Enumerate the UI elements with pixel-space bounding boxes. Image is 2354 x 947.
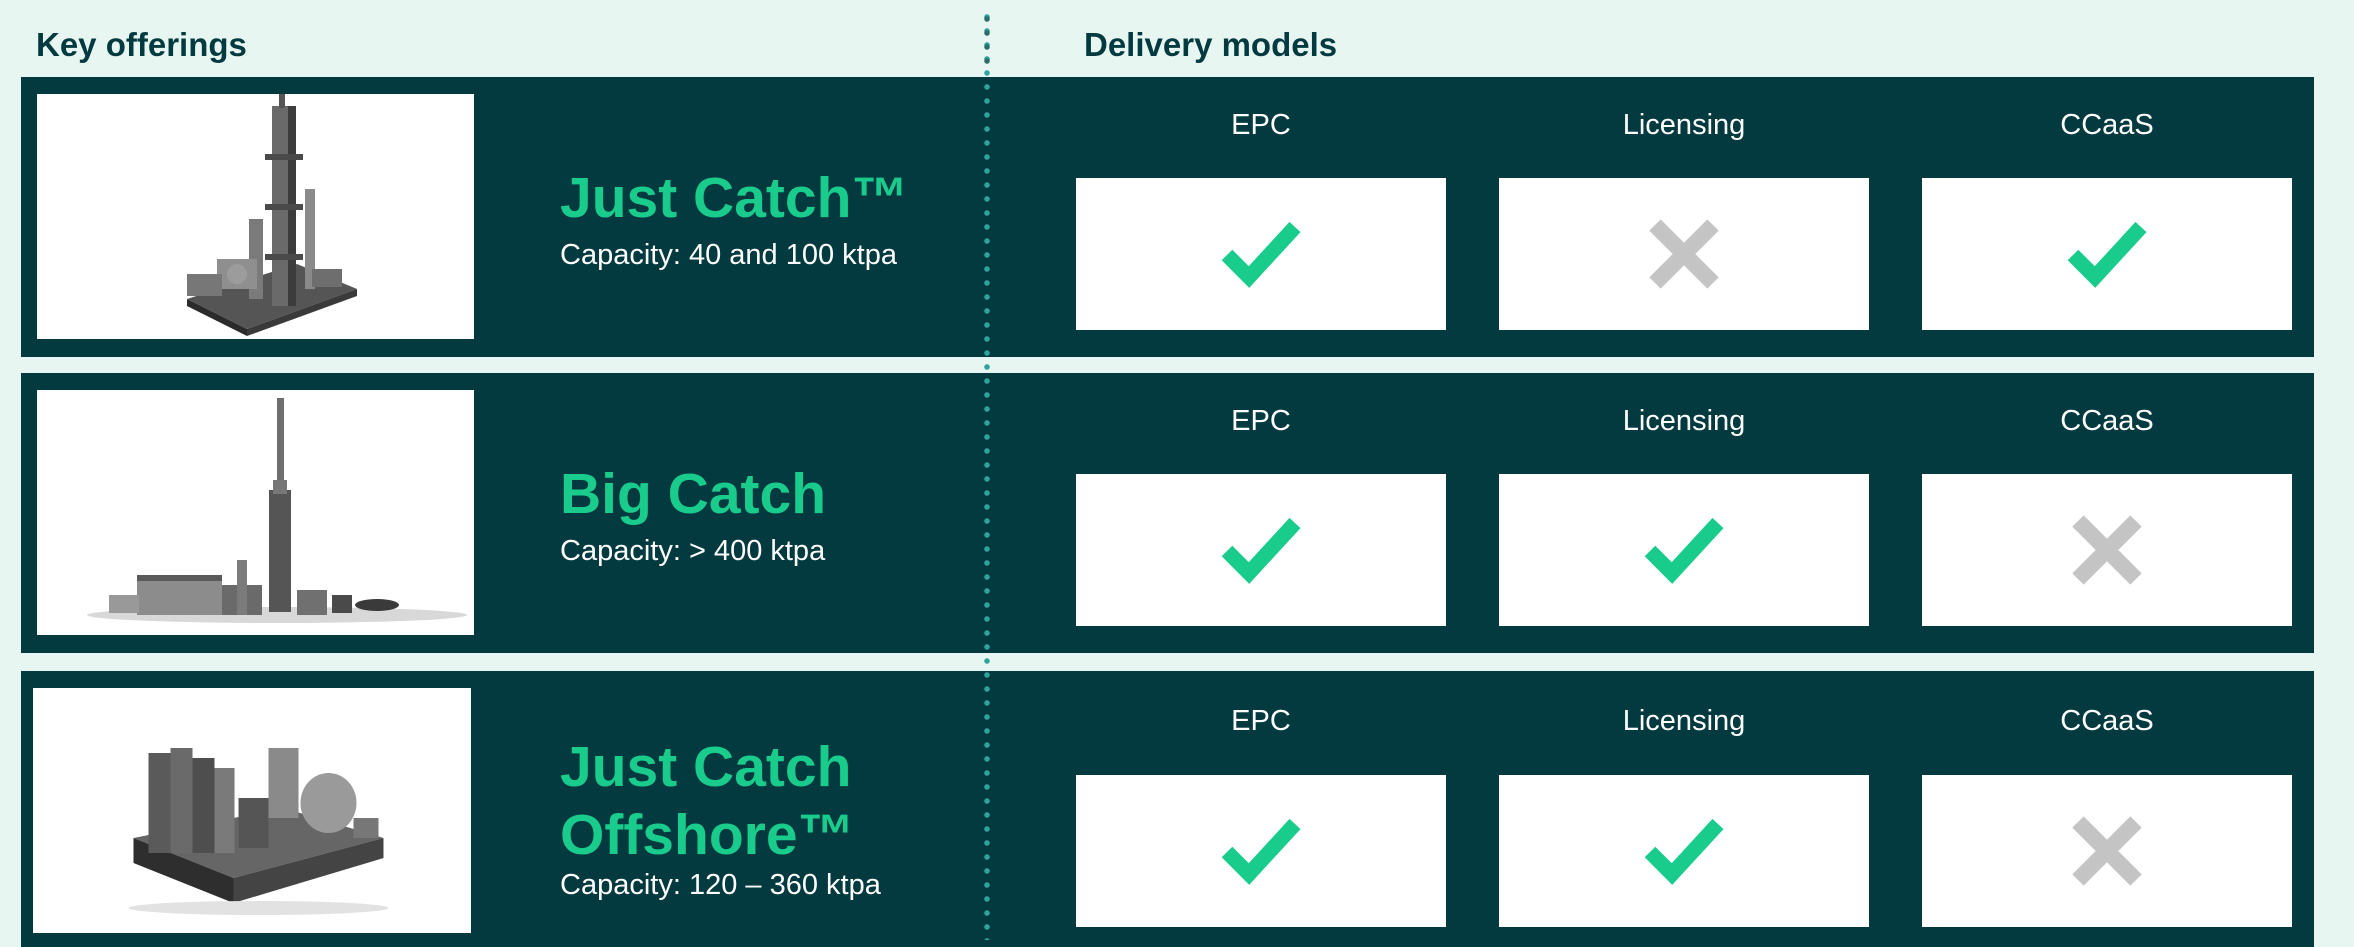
check-icon [1221, 517, 1301, 584]
model-label-ccaas: CCaaS [2060, 405, 2154, 437]
cross-icon [1649, 219, 1719, 289]
check-icon [1221, 818, 1301, 885]
delivery-models-heading: Delivery models [1084, 26, 1338, 63]
key-offerings-heading: Key offerings [36, 26, 247, 63]
check-icon [1644, 517, 1724, 584]
check-icon [1221, 221, 1301, 288]
check-icon [2067, 221, 2147, 288]
offering-capacity: Capacity: 120 – 360 ktpa [560, 869, 881, 901]
offshore-module-icon [128, 748, 389, 915]
large-plant-image [37, 390, 474, 635]
large-plant-icon [87, 398, 467, 623]
model-box-epc [1076, 775, 1446, 927]
offering-row-just-catch: Just Catch™ Capacity: 40 and 100 ktpa EP… [21, 77, 2314, 357]
model-box-epc [1076, 474, 1446, 626]
model-box-ccaas [1922, 474, 2292, 626]
model-box-licensing [1499, 474, 1869, 626]
dotted-divider [983, 10, 991, 940]
model-box-ccaas [1922, 775, 2292, 927]
model-box-epc [1076, 178, 1446, 330]
offering-capacity: Capacity: 40 and 100 ktpa [560, 239, 897, 271]
model-box-licensing [1499, 775, 1869, 927]
model-box-licensing [1499, 178, 1869, 330]
model-label-epc: EPC [1231, 705, 1291, 737]
tower-plant-icon [187, 94, 357, 336]
offshore-module-image [33, 688, 471, 933]
model-label-licensing: Licensing [1622, 109, 1746, 141]
check-icon [1644, 818, 1724, 885]
offering-row-just-catch-offshore: Just Catch Offshore™ Capacity: 120 – 360… [21, 671, 2314, 947]
offering-name: Just Catch Offshore™ [560, 735, 855, 867]
offering-row-big-catch: Big Catch Capacity: > 400 ktpa EPC Licen… [21, 373, 2314, 653]
tower-plant-image [37, 94, 474, 339]
model-label-ccaas: CCaaS [2060, 109, 2154, 141]
model-label-licensing: Licensing [1622, 705, 1746, 737]
model-label-licensing: Licensing [1622, 405, 1746, 437]
model-label-epc: EPC [1231, 109, 1291, 141]
cross-icon [2072, 515, 2142, 585]
offering-capacity: Capacity: > 400 ktpa [560, 535, 826, 567]
model-label-epc: EPC [1231, 405, 1291, 437]
offering-name: Just Catch™ [560, 166, 909, 230]
cross-icon [2072, 816, 2142, 886]
model-label-ccaas: CCaaS [2060, 705, 2154, 737]
offering-name: Big Catch [560, 462, 827, 526]
dotted-divider-top [983, 12, 991, 64]
model-box-ccaas [1922, 178, 2292, 330]
